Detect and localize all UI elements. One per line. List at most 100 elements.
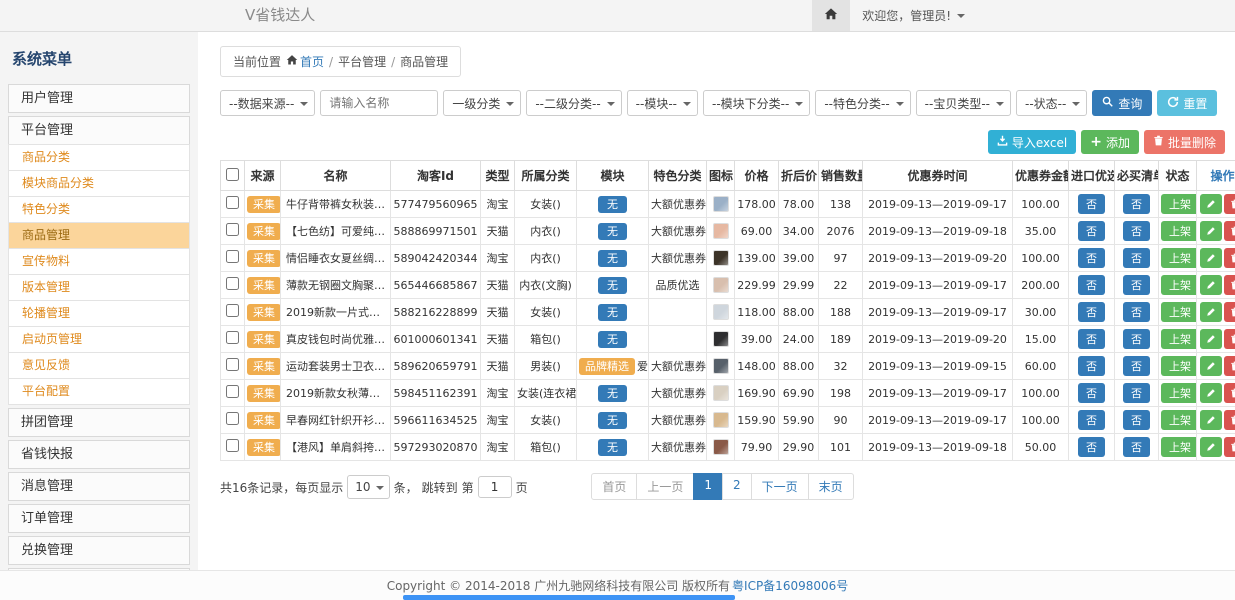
import-select-toggle[interactable]: 否: [1078, 221, 1105, 241]
row-checkbox[interactable]: [226, 358, 239, 371]
page-size-select[interactable]: 10: [347, 475, 389, 499]
edit-button[interactable]: [1200, 437, 1222, 457]
status-button[interactable]: 上架: [1161, 275, 1197, 295]
horizontal-scrollbar-thumb[interactable]: [403, 595, 735, 600]
import-excel-button[interactable]: 导入excel: [988, 130, 1076, 154]
sidebar-item[interactable]: 平台管理: [8, 116, 190, 145]
edit-button[interactable]: [1200, 221, 1222, 241]
edit-button[interactable]: [1200, 275, 1222, 295]
row-checkbox[interactable]: [226, 385, 239, 398]
user-menu[interactable]: 欢迎您，管理员!: [850, 0, 977, 31]
edit-button[interactable]: [1200, 302, 1222, 322]
sidebar-item[interactable]: 商品管理: [8, 222, 190, 249]
row-checkbox[interactable]: [226, 304, 239, 317]
page-button[interactable]: 末页: [808, 473, 854, 500]
sidebar-item[interactable]: 用户管理: [8, 84, 190, 113]
filter-select[interactable]: --模块--: [627, 90, 698, 116]
search-button[interactable]: 查询: [1092, 90, 1152, 116]
must-buy-toggle[interactable]: 否: [1123, 221, 1150, 241]
must-buy-toggle[interactable]: 否: [1123, 248, 1150, 268]
delete-button[interactable]: [1224, 194, 1235, 214]
edit-button[interactable]: [1200, 194, 1222, 214]
batch-delete-button[interactable]: 批量删除: [1144, 130, 1225, 154]
row-checkbox[interactable]: [226, 223, 239, 236]
sidebar-item[interactable]: 平台配置: [8, 378, 190, 405]
filter-select[interactable]: 一级分类: [443, 90, 521, 116]
page-button[interactable]: 上一页: [636, 473, 694, 500]
sidebar-item[interactable]: 启动页管理: [8, 326, 190, 353]
sidebar-item[interactable]: 版本管理: [8, 274, 190, 301]
status-button[interactable]: 上架: [1161, 248, 1197, 268]
filter-select[interactable]: --状态--: [1016, 90, 1087, 116]
must-buy-toggle[interactable]: 否: [1123, 383, 1150, 403]
delete-button[interactable]: [1224, 410, 1235, 430]
import-select-toggle[interactable]: 否: [1078, 194, 1105, 214]
row-checkbox[interactable]: [226, 331, 239, 344]
must-buy-toggle[interactable]: 否: [1123, 329, 1150, 349]
filter-select[interactable]: --数据来源--: [220, 90, 315, 116]
filter-select[interactable]: --特色分类--: [815, 90, 910, 116]
status-button[interactable]: 上架: [1161, 410, 1197, 430]
status-button[interactable]: 上架: [1161, 437, 1197, 457]
status-button[interactable]: 上架: [1161, 356, 1197, 376]
status-button[interactable]: 上架: [1161, 302, 1197, 322]
row-checkbox[interactable]: [226, 439, 239, 452]
must-buy-toggle[interactable]: 否: [1123, 194, 1150, 214]
sidebar-item[interactable]: 拼团管理: [8, 408, 190, 437]
edit-button[interactable]: [1200, 383, 1222, 403]
row-checkbox[interactable]: [226, 277, 239, 290]
select-all-checkbox[interactable]: [226, 168, 239, 181]
row-checkbox[interactable]: [226, 412, 239, 425]
sidebar-item[interactable]: 兑换管理: [8, 536, 190, 565]
filter-select[interactable]: --模块下分类--: [703, 90, 810, 116]
sidebar-item[interactable]: 宣传物料: [8, 248, 190, 275]
jump-page-input[interactable]: [478, 476, 512, 498]
must-buy-toggle[interactable]: 否: [1123, 437, 1150, 457]
sidebar-item[interactable]: 省钱快报: [8, 440, 190, 469]
row-checkbox[interactable]: [226, 250, 239, 263]
import-select-toggle[interactable]: 否: [1078, 248, 1105, 268]
delete-button[interactable]: [1224, 221, 1235, 241]
edit-button[interactable]: [1200, 356, 1222, 376]
status-button[interactable]: 上架: [1161, 329, 1197, 349]
must-buy-toggle[interactable]: 否: [1123, 302, 1150, 322]
import-select-toggle[interactable]: 否: [1078, 410, 1105, 430]
delete-button[interactable]: [1224, 302, 1235, 322]
must-buy-toggle[interactable]: 否: [1123, 356, 1150, 376]
delete-button[interactable]: [1224, 383, 1235, 403]
sidebar-item[interactable]: 商品分类: [8, 144, 190, 171]
status-button[interactable]: 上架: [1161, 221, 1197, 241]
delete-button[interactable]: [1224, 437, 1235, 457]
row-checkbox[interactable]: [226, 196, 239, 209]
delete-button[interactable]: [1224, 329, 1235, 349]
page-button[interactable]: 2: [722, 473, 752, 500]
breadcrumb-home-link[interactable]: 首页: [286, 53, 324, 70]
reset-button[interactable]: 重置: [1157, 90, 1217, 116]
filter-select[interactable]: --宝贝类型--: [916, 90, 1011, 116]
status-button[interactable]: 上架: [1161, 383, 1197, 403]
sidebar-item[interactable]: 意见反馈: [8, 352, 190, 379]
sidebar-item[interactable]: 模块商品分类: [8, 170, 190, 197]
page-button[interactable]: 下一页: [751, 473, 809, 500]
import-select-toggle[interactable]: 否: [1078, 356, 1105, 376]
must-buy-toggle[interactable]: 否: [1123, 410, 1150, 430]
delete-button[interactable]: [1224, 356, 1235, 376]
delete-button[interactable]: [1224, 248, 1235, 268]
sidebar-item[interactable]: 特色分类: [8, 196, 190, 223]
delete-button[interactable]: [1224, 275, 1235, 295]
import-select-toggle[interactable]: 否: [1078, 275, 1105, 295]
icp-link[interactable]: 粤ICP备16098006号: [732, 577, 848, 594]
status-button[interactable]: 上架: [1161, 194, 1197, 214]
page-button[interactable]: 首页: [591, 473, 637, 500]
sidebar-item[interactable]: 轮播管理: [8, 300, 190, 327]
import-select-toggle[interactable]: 否: [1078, 437, 1105, 457]
name-search-input[interactable]: [320, 90, 438, 116]
edit-button[interactable]: [1200, 329, 1222, 349]
import-select-toggle[interactable]: 否: [1078, 329, 1105, 349]
sidebar-item[interactable]: 订单管理: [8, 504, 190, 533]
home-button[interactable]: [812, 0, 850, 31]
must-buy-toggle[interactable]: 否: [1123, 275, 1150, 295]
sidebar-item[interactable]: 消息管理: [8, 472, 190, 501]
import-select-toggle[interactable]: 否: [1078, 383, 1105, 403]
add-button[interactable]: + 添加: [1081, 130, 1139, 154]
